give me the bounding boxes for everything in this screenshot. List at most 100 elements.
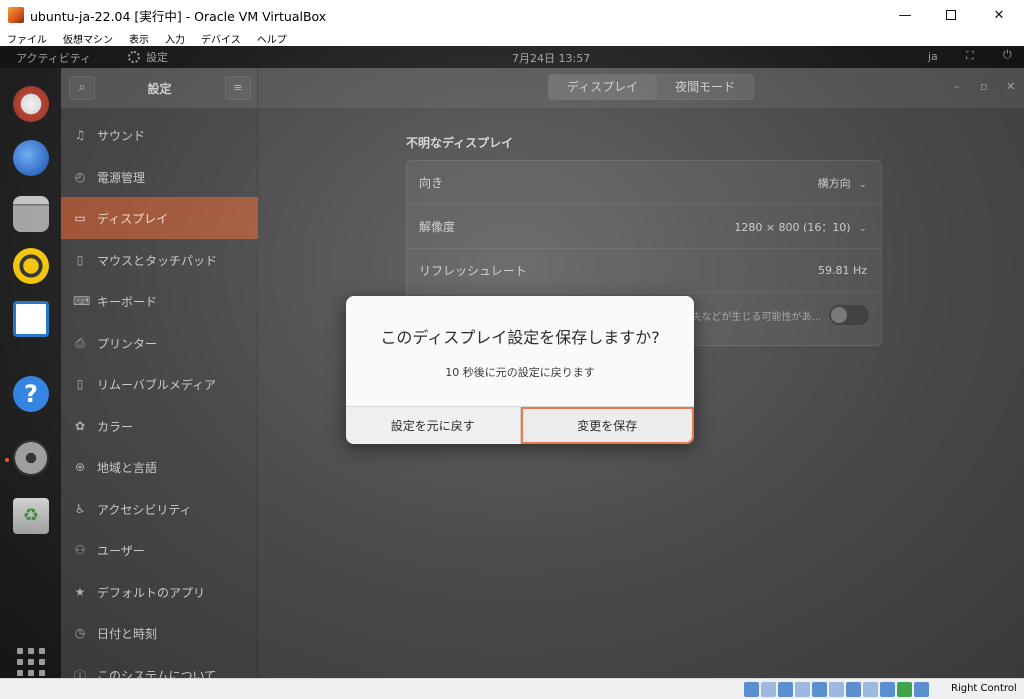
resolution-row[interactable]: 解像度 1280 × 800 (16：10) ⌄ xyxy=(407,205,881,249)
display-icon[interactable] xyxy=(846,682,861,697)
show-applications-icon[interactable] xyxy=(17,648,45,676)
harddisk-icon[interactable] xyxy=(744,682,759,697)
network-icon[interactable]: ⛶ xyxy=(966,49,974,63)
vbox-status-bar: Right Control xyxy=(0,678,1024,699)
files-dock-icon[interactable] xyxy=(13,196,49,232)
mail-dock-icon[interactable] xyxy=(13,140,49,176)
display-tab-switcher: ディスプレイ 夜間モード xyxy=(548,74,755,100)
sidebar-item-display[interactable]: ▭ ディスプレイ xyxy=(61,197,258,239)
settings-dock-icon[interactable] xyxy=(13,440,49,476)
resolution-value: 1280 × 800 (16：10) ⌄ xyxy=(734,220,867,234)
orientation-row[interactable]: 向き 横方向 ⌄ xyxy=(407,161,881,205)
sidebar-item-power[interactable]: ◴ 電源管理 xyxy=(61,156,258,198)
power-icon[interactable]: ⏻ xyxy=(1003,48,1012,62)
users-icon: ⚇ xyxy=(74,543,86,557)
sidebar-item-color[interactable]: ✿ カラー xyxy=(61,405,258,447)
host-menu-bar: ファイル 仮想マシン 表示 入力 デバイス ヘルプ xyxy=(0,30,1024,46)
chevron-down-icon: ⌄ xyxy=(858,222,867,234)
sidebar-item-label: サウンド xyxy=(97,128,146,143)
status-icons xyxy=(744,682,931,697)
network-adapter-icon[interactable] xyxy=(795,682,810,697)
sidebar-item-label: 電源管理 xyxy=(97,170,146,185)
sidebar-item-accessibility[interactable]: ♿ アクセシビリティ xyxy=(61,488,258,530)
fractional-scaling-toggle[interactable] xyxy=(829,305,869,325)
window-close-button[interactable]: ✕ xyxy=(1006,80,1015,93)
sidebar-item-label: デフォルトのアプリ xyxy=(97,585,206,600)
sound-icon: ♫ xyxy=(74,128,86,142)
sidebar-item-printers[interactable]: ⎙ プリンター xyxy=(61,322,258,364)
running-indicator xyxy=(5,458,9,462)
settings-content-header: ディスプレイ 夜間モード – ▫ ✕ xyxy=(258,68,1024,108)
host-minimize-button[interactable]: — xyxy=(882,0,928,30)
browser-dock-icon[interactable] xyxy=(13,86,49,122)
removable-media-icon: ▯ xyxy=(76,377,84,391)
sidebar-item-label: カラー xyxy=(97,419,134,434)
resolution-label: 解像度 xyxy=(419,220,456,234)
fractional-scaling-hint: 失などが生じる可能性があ... xyxy=(691,311,821,323)
tab-display[interactable]: ディスプレイ xyxy=(549,75,657,99)
menu-file[interactable]: ファイル xyxy=(4,31,47,46)
input-language-indicator[interactable]: ja xyxy=(928,50,938,63)
mouse-integration-icon[interactable] xyxy=(914,682,929,697)
help-dock-icon[interactable]: ? xyxy=(13,376,49,412)
clock[interactable]: 7月24日 13:57 xyxy=(512,50,590,66)
sidebar-item-label: マウスとタッチパッド xyxy=(97,253,218,268)
menu-machine[interactable]: 仮想マシン xyxy=(60,31,113,46)
revert-settings-button[interactable]: 設定を元に戻す xyxy=(346,407,521,444)
tab-night-light[interactable]: 夜間モード xyxy=(656,75,754,99)
window-minimize-button[interactable]: – xyxy=(954,80,960,93)
host-maximize-button[interactable] xyxy=(928,0,974,30)
sidebar-item-label: キーボード xyxy=(97,294,158,309)
sidebar-item-mouse[interactable]: ▯ マウスとタッチパッド xyxy=(61,239,258,281)
refresh-rate-row[interactable]: リフレッシュレート 59.81 Hz xyxy=(407,249,881,293)
sidebar-item-label: ユーザー xyxy=(97,543,145,558)
sidebar-item-sound[interactable]: ♫ サウンド xyxy=(61,114,258,156)
guest-additions-icon[interactable] xyxy=(897,682,912,697)
usb-icon[interactable] xyxy=(812,682,827,697)
settings-gear-icon xyxy=(128,51,140,63)
refresh-rate-label: リフレッシュレート xyxy=(419,264,527,278)
sidebar-item-users[interactable]: ⚇ ユーザー xyxy=(61,529,258,571)
recording-icon[interactable] xyxy=(863,682,878,697)
settings-sidebar: ♫ サウンド ◴ 電源管理 ▭ ディスプレイ ▯ マウスとタッチパッド ⌨ キーボード ⎙… xyxy=(61,108,258,678)
mouse-icon: ▯ xyxy=(76,253,84,267)
app-menu[interactable]: 設定 xyxy=(128,49,168,65)
window-maximize-button[interactable]: ▫ xyxy=(980,80,987,93)
sidebar-item-about[interactable]: ⓘ このシステムについて xyxy=(61,654,258,679)
music-player-dock-icon[interactable] xyxy=(13,248,49,284)
ubuntu-top-bar: アクティビティ 設定 7月24日 13:57 ja ⛶ ⏻ xyxy=(0,46,1024,68)
host-close-button[interactable]: ✕ xyxy=(974,0,1024,30)
accessibility-icon: ♿ xyxy=(74,502,86,516)
optical-drive-icon[interactable] xyxy=(761,682,776,697)
sidebar-item-default-apps[interactable]: ★ デフォルトのアプリ xyxy=(61,571,258,613)
sidebar-item-label: プリンター xyxy=(97,336,158,351)
sidebar-item-keyboard[interactable]: ⌨ キーボード xyxy=(61,280,258,322)
menu-input[interactable]: 入力 xyxy=(162,31,185,46)
chevron-down-icon: ⌄ xyxy=(858,178,867,190)
writer-dock-icon[interactable] xyxy=(13,301,49,337)
menu-help[interactable]: ヘルプ xyxy=(254,31,287,46)
host-window-title: ubuntu-ja-22.04 [実行中] - Oracle VM Virtua… xyxy=(30,8,327,24)
menu-devices[interactable]: デバイス xyxy=(198,31,241,46)
dock: ? ♻ xyxy=(0,68,61,678)
sidebar-item-label: 日付と時刻 xyxy=(97,626,158,641)
trash-dock-icon[interactable]: ♻ xyxy=(13,498,49,534)
star-icon: ★ xyxy=(74,585,86,599)
info-icon: ⓘ xyxy=(73,668,86,679)
hamburger-menu-button[interactable]: ≡ xyxy=(225,76,251,100)
host-key-label: Right Control xyxy=(951,683,1017,694)
cpu-icon[interactable] xyxy=(880,682,895,697)
maximize-icon xyxy=(946,10,956,20)
menu-view[interactable]: 表示 xyxy=(126,31,149,46)
audio-icon[interactable] xyxy=(778,682,793,697)
dialog-title: このディスプレイ設定を保存しますか? xyxy=(380,328,660,347)
virtualbox-app-icon xyxy=(8,7,24,23)
sidebar-item-region[interactable]: ⊕ 地域と言語 xyxy=(61,446,258,488)
keep-changes-button[interactable]: 変更を保存 xyxy=(520,407,694,444)
activities-button[interactable]: アクティビティ xyxy=(16,50,91,66)
printer-icon: ⎙ xyxy=(75,335,85,350)
sidebar-item-removable-media[interactable]: ▯ リムーバブルメディア xyxy=(61,363,258,405)
shared-folders-icon[interactable] xyxy=(829,682,844,697)
sidebar-item-date-time[interactable]: ◷ 日付と時刻 xyxy=(61,612,258,654)
guest-screen: アクティビティ 設定 7月24日 13:57 ja ⛶ ⏻ ? ♻ ⌕ 設定 ≡ xyxy=(0,46,1024,678)
